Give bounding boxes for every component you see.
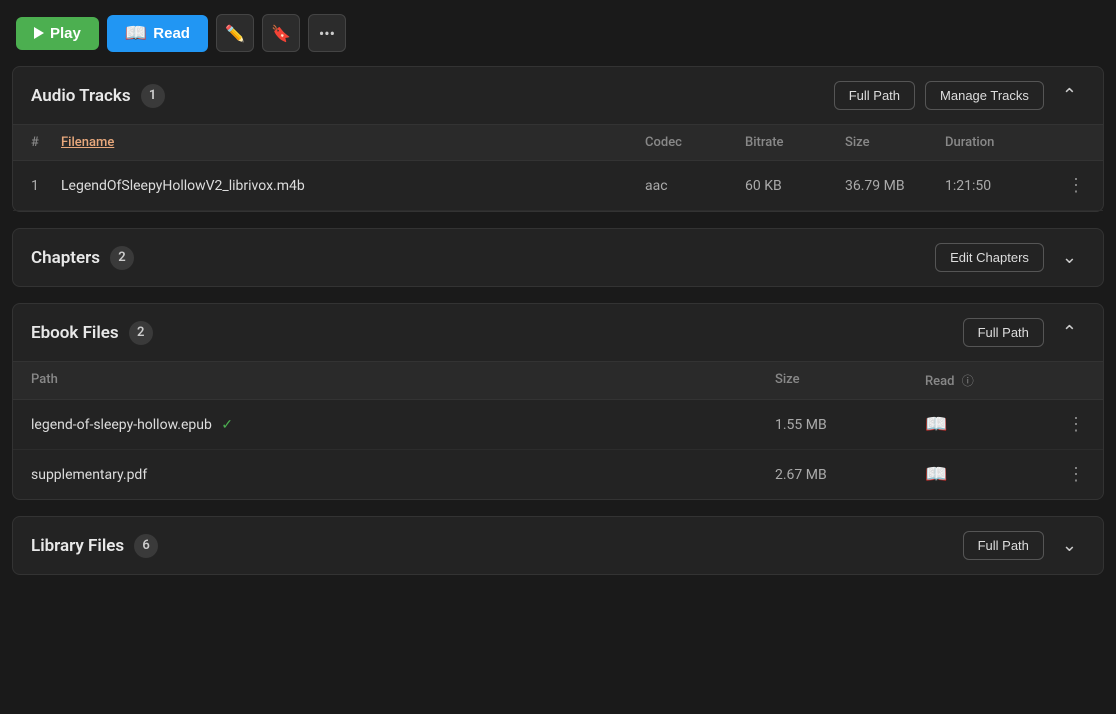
chapters-actions: Edit Chapters ⌄ (935, 243, 1085, 272)
ebook-read-icon-2[interactable]: 📖 (925, 464, 1045, 485)
col-filename: Filename (61, 135, 645, 150)
ebook-table-header: Path Size Read ⓘ (13, 362, 1103, 400)
audio-tracks-section: Audio Tracks 1 Full Path Manage Tracks ⌃… (12, 66, 1104, 212)
ebook-more-button-2[interactable]: ⋮ (1045, 464, 1085, 485)
pencil-icon: ✏️ (225, 24, 245, 43)
col-size: Size (845, 135, 945, 150)
track-filename: LegendOfSleepyHollowV2_librivox.m4b (61, 178, 645, 194)
audio-tracks-title: Audio Tracks (31, 86, 131, 106)
play-button[interactable]: Play (16, 17, 99, 50)
play-icon (34, 27, 44, 39)
chevron-up-icon-ebook: ⌃ (1062, 322, 1077, 342)
track-number: 1 (31, 178, 61, 194)
play-label: Play (50, 25, 81, 42)
ebook-path-1: legend-of-sleepy-hollow.epub ✓ (31, 417, 775, 433)
col-number: # (31, 135, 61, 150)
library-files-section: Library Files 6 Full Path ⌄ (12, 516, 1104, 575)
chapters-badge: 2 (110, 246, 134, 270)
ebook-files-actions: Full Path ⌃ (963, 318, 1085, 347)
ebook-collapse-button[interactable]: ⌃ (1054, 318, 1085, 347)
toolbar: Play 📖 Read ✏️ 🔖 ••• (0, 0, 1116, 66)
bookmark-icon: 🔖 (271, 24, 291, 43)
audio-table-header: # Filename Codec Bitrate Size Duration (13, 125, 1103, 161)
chapters-header: Chapters 2 Edit Chapters ⌄ (13, 229, 1103, 286)
ebook-size-1: 1.55 MB (775, 417, 925, 433)
col-read: Read ⓘ (925, 372, 1045, 389)
read-label: Read (153, 25, 190, 42)
read-info-icon: ⓘ (962, 374, 974, 388)
edit-chapters-button[interactable]: Edit Chapters (935, 243, 1044, 272)
manage-tracks-button[interactable]: Manage Tracks (925, 81, 1044, 110)
track-codec: aac (645, 178, 745, 194)
read-button[interactable]: 📖 Read (107, 15, 208, 52)
col-ebook-size: Size (775, 372, 925, 389)
track-size: 36.79 MB (845, 178, 945, 194)
verified-icon-1: ✓ (221, 417, 233, 433)
edit-button[interactable]: ✏️ (216, 14, 254, 52)
library-files-title: Library Files (31, 536, 124, 556)
track-bitrate: 60 KB (745, 178, 845, 194)
library-files-badge: 6 (134, 534, 158, 558)
library-files-header: Library Files 6 Full Path ⌄ (13, 517, 1103, 574)
chevron-down-icon: ⌄ (1062, 247, 1077, 267)
chapters-section: Chapters 2 Edit Chapters ⌄ (12, 228, 1104, 287)
col-duration: Duration (945, 135, 1045, 150)
col-ebook-actions (1045, 372, 1085, 389)
chapters-expand-button[interactable]: ⌄ (1054, 243, 1085, 272)
ebook-size-2: 2.67 MB (775, 467, 925, 483)
ebook-files-section: Ebook Files 2 Full Path ⌃ Path Size Read… (12, 303, 1104, 500)
ebook-files-badge: 2 (129, 321, 153, 345)
library-full-path-button[interactable]: Full Path (963, 531, 1044, 560)
ebook-full-path-button[interactable]: Full Path (963, 318, 1044, 347)
audio-tracks-collapse-button[interactable]: ⌃ (1054, 81, 1085, 110)
full-path-button[interactable]: Full Path (834, 81, 915, 110)
ellipsis-icon: ••• (319, 24, 335, 43)
audio-track-row: 1 LegendOfSleepyHollowV2_librivox.m4b aa… (13, 161, 1103, 211)
bookmark-button[interactable]: 🔖 (262, 14, 300, 52)
chevron-up-icon: ⌃ (1062, 85, 1077, 105)
audio-tracks-header: Audio Tracks 1 Full Path Manage Tracks ⌃ (13, 67, 1103, 125)
more-options-button[interactable]: ••• (308, 14, 346, 52)
chevron-down-icon-library: ⌄ (1062, 535, 1077, 555)
ebook-files-title: Ebook Files (31, 323, 119, 343)
track-duration: 1:21:50 (945, 178, 1045, 194)
ebook-file-row-1: legend-of-sleepy-hollow.epub ✓ 1.55 MB 📖… (13, 400, 1103, 450)
ebook-files-header: Ebook Files 2 Full Path ⌃ (13, 304, 1103, 362)
audio-tracks-badge: 1 (141, 84, 165, 108)
col-path: Path (31, 372, 775, 389)
col-codec: Codec (645, 135, 745, 150)
library-expand-button[interactable]: ⌄ (1054, 531, 1085, 560)
ebook-path-2: supplementary.pdf (31, 467, 775, 483)
col-actions (1045, 135, 1085, 150)
ebook-file-row-2: supplementary.pdf 2.67 MB 📖 ⋮ (13, 450, 1103, 499)
audio-tracks-actions: Full Path Manage Tracks ⌃ (834, 81, 1085, 110)
ebook-more-button-1[interactable]: ⋮ (1045, 414, 1085, 435)
book-open-icon: 📖 (125, 23, 147, 44)
library-files-actions: Full Path ⌄ (963, 531, 1085, 560)
track-more-button[interactable]: ⋮ (1045, 175, 1085, 196)
chapters-title: Chapters (31, 248, 100, 268)
ebook-read-icon-1[interactable]: 📖 (925, 414, 1045, 435)
col-bitrate: Bitrate (745, 135, 845, 150)
